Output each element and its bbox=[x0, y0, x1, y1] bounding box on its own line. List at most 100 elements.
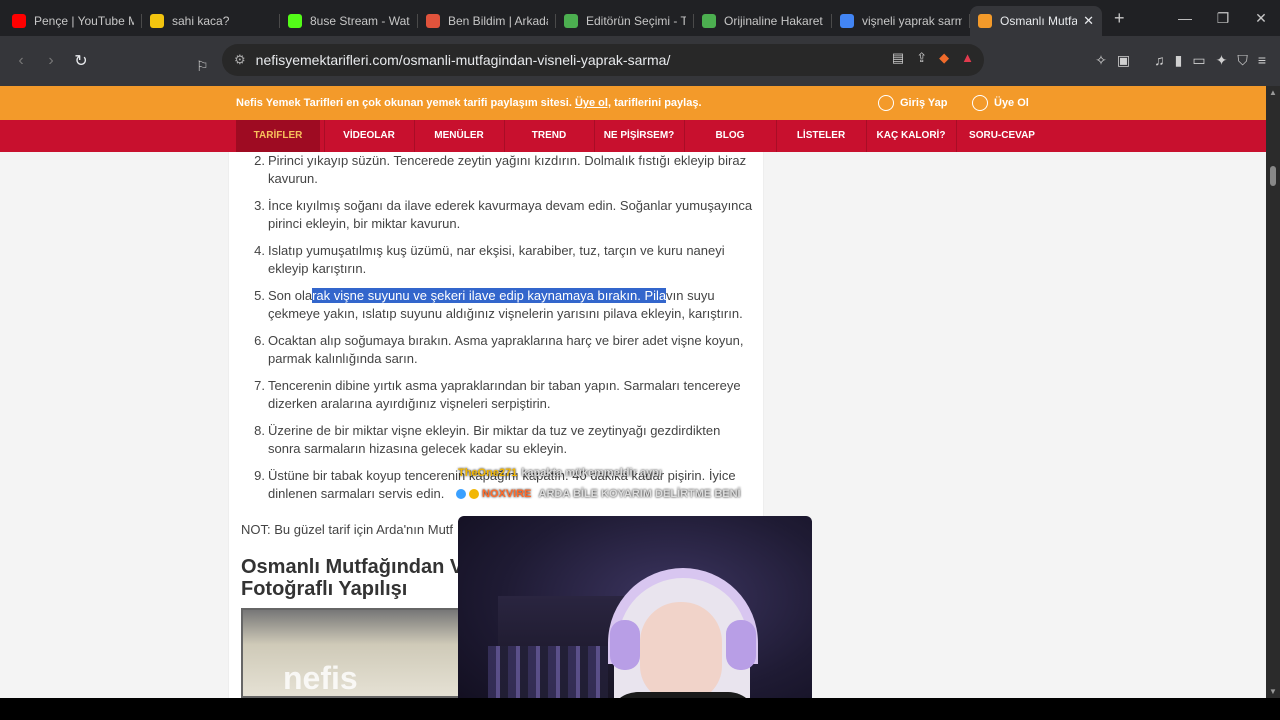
vpn-icon[interactable]: ⛉ bbox=[1237, 52, 1248, 69]
forward-icon[interactable]: › bbox=[38, 52, 64, 70]
nav-item-3[interactable]: MENÜLER bbox=[414, 120, 504, 152]
nav-item-4[interactable]: TREND bbox=[504, 120, 594, 152]
promo-end: tariflerini paylaş. bbox=[611, 97, 702, 109]
shield-icon[interactable]: ◆ bbox=[939, 50, 949, 66]
tab-title: Pençe | YouTube M bbox=[34, 14, 134, 28]
music-icon[interactable]: ♫ bbox=[1154, 52, 1165, 69]
chat-user-1: TheOne271 bbox=[458, 467, 518, 479]
photo-watermark: nefis bbox=[283, 660, 358, 696]
scroll-thumb[interactable] bbox=[1270, 166, 1276, 186]
webcam-overlay bbox=[458, 516, 812, 720]
bookmark-icon[interactable]: ⚐ bbox=[196, 58, 209, 75]
site-info-icon[interactable]: ⚙ bbox=[234, 52, 246, 68]
selected-text: rak vişne suyunu ve şekeri ilave edip ka… bbox=[312, 288, 667, 303]
register-link[interactable]: Üye ol, bbox=[575, 97, 611, 109]
step-text: İnce kıyılmış soğanı da ilave ederek kav… bbox=[268, 198, 753, 231]
headset-earcup-right bbox=[726, 620, 756, 670]
user-icon bbox=[878, 95, 894, 111]
tab-7[interactable]: vişneli yaprak sarma - bbox=[832, 6, 970, 36]
new-tab-icon[interactable]: + bbox=[1114, 8, 1125, 29]
wallet-icon[interactable]: ▭ bbox=[1192, 52, 1205, 69]
scroll-up-icon[interactable]: ▲ bbox=[1266, 88, 1280, 97]
rewards-icon[interactable]: ▲ bbox=[961, 50, 974, 66]
tab-title: vişneli yaprak sarma - bbox=[862, 14, 962, 28]
tab-title: Osmanlı Mutfağı bbox=[1000, 14, 1078, 28]
back-icon[interactable]: ‹ bbox=[8, 52, 34, 70]
nav-item-6[interactable]: BLOG bbox=[684, 120, 776, 152]
close-window-icon[interactable]: ✕ bbox=[1242, 10, 1280, 27]
site-icon bbox=[702, 14, 716, 28]
step-text: Pirinci yıkayıp süzün. Tencerede zeytin … bbox=[268, 153, 747, 186]
minimize-icon[interactable]: — bbox=[1166, 10, 1204, 26]
login-button[interactable]: Giriş Yap bbox=[878, 95, 948, 111]
nav-item-5[interactable]: NE PİŞİRSEM? bbox=[594, 120, 684, 152]
tab-1[interactable]: Pençe | YouTube M bbox=[4, 6, 142, 36]
ai-icon[interactable]: ✦ bbox=[1216, 52, 1228, 69]
nav-item-8[interactable]: KAÇ KALORİ? bbox=[866, 120, 956, 152]
chat-message-1: TheOne271 kapakta mükemmeldir aynı bbox=[458, 467, 662, 479]
step-number: 6. bbox=[254, 333, 265, 348]
nav-divider bbox=[594, 120, 595, 152]
nav-divider bbox=[414, 120, 415, 152]
step-text: Son olarak vişne suyunu ve şekeri ilave … bbox=[268, 287, 754, 323]
heading-line-1: Osmanlı Mutfağından Vi bbox=[241, 556, 469, 578]
extensions-icon[interactable]: ✧ bbox=[1095, 52, 1107, 69]
page-scrollbar[interactable]: ▲ ▼ bbox=[1266, 86, 1280, 698]
tab-2[interactable]: sahi kaca? bbox=[142, 6, 280, 36]
tab-title: Ben Bildim | Arkadaşl bbox=[448, 14, 548, 28]
menu-icon[interactable]: ≡ bbox=[1258, 52, 1266, 69]
extensions-bar: ✧ ▣ ♫ ▮ ▭ ✦ ⛉ ≡ bbox=[1095, 52, 1266, 69]
window-controls: — ❐ ✕ bbox=[1166, 0, 1280, 36]
tab-title: 8use Stream - Watch bbox=[310, 14, 410, 28]
nav-item-1[interactable]: TARİFLER bbox=[236, 120, 320, 152]
tab-4[interactable]: Ben Bildim | Arkadaşl bbox=[418, 6, 556, 36]
nav-divider bbox=[684, 120, 685, 152]
tab-6[interactable]: Orijinaline Hakaret Ol bbox=[694, 6, 832, 36]
site-icon bbox=[564, 14, 578, 28]
reader-icon[interactable]: ▤ bbox=[892, 50, 904, 66]
step-number: 3. bbox=[254, 198, 265, 213]
step-text: Tencerenin dibine yırtık asma yaprakları… bbox=[268, 378, 741, 411]
main-nav: TARİFLER VİDEOLAR MENÜLER TREND NE PİŞİRSEM?… bbox=[0, 120, 1266, 152]
tab-title: Editörün Seçimi - Tur bbox=[586, 14, 686, 28]
tab-title: Orijinaline Hakaret Ol bbox=[724, 14, 824, 28]
reload-icon[interactable]: ↻ bbox=[68, 51, 94, 71]
address-bar[interactable]: ⚙ nefisyemektarifleri.com/osmanli-mutfag… bbox=[222, 44, 984, 76]
promo-bar: Nefis Yemek Tarifleri en çok okunan yeme… bbox=[0, 86, 1266, 120]
promo-text: Nefis Yemek Tarifleri en çok okunan yeme… bbox=[236, 97, 702, 109]
tab-3[interactable]: 8use Stream - Watch bbox=[280, 6, 418, 36]
register-label: Üye Ol bbox=[994, 97, 1029, 109]
chat-text-2: ARDA BİLE KOYARIM DELİRTME BENİ bbox=[538, 488, 741, 500]
nav-divider bbox=[866, 120, 867, 152]
recipe-photo[interactable]: nefis bbox=[241, 608, 481, 698]
question-icon bbox=[150, 14, 164, 28]
section-heading: Osmanlı Mutfağından Vi Fotoğraflı Yapılı… bbox=[241, 556, 468, 600]
screenshot-icon[interactable]: ▣ bbox=[1117, 52, 1130, 69]
heading-line-2: Fotoğraflı Yapılışı bbox=[241, 578, 408, 600]
maximize-icon[interactable]: ❐ bbox=[1204, 10, 1242, 27]
recipe-note: NOT: Bu güzel tarif için Arda'nın Mutf bbox=[241, 522, 454, 537]
nav-item-2[interactable]: VİDEOLAR bbox=[324, 120, 414, 152]
step-number: 4. bbox=[254, 243, 265, 258]
share-icon[interactable]: ⇪ bbox=[916, 50, 927, 66]
tab-8[interactable]: Osmanlı Mutfağı ✕ bbox=[970, 6, 1102, 36]
tab-title: sahi kaca? bbox=[172, 14, 230, 28]
scroll-down-icon[interactable]: ▼ bbox=[1266, 687, 1280, 696]
nav-item-7[interactable]: LİSTELER bbox=[776, 120, 866, 152]
chat-message-2: NOXVIRE ARDA BİLE KOYARIM DELİRTME BENİ bbox=[456, 488, 741, 500]
step-text: Üzerine de bir miktar vişne ekleyin. Bir… bbox=[268, 423, 721, 456]
step-number: 7. bbox=[254, 378, 265, 393]
close-tab-icon[interactable]: ✕ bbox=[1083, 13, 1094, 29]
step-text: Ocaktan alıp soğumaya bırakın. Asma yapr… bbox=[268, 333, 744, 366]
step-text: Islatıp yumuşatılmış kuş üzümü, nar ekşi… bbox=[268, 243, 725, 276]
browser-toolbar: ‹ › ↻ ⚐ ⚙ nefisyemektarifleri.com/osmanl… bbox=[0, 36, 1280, 86]
nav-divider bbox=[324, 120, 325, 152]
sidebar-icon[interactable]: ▮ bbox=[1175, 52, 1183, 69]
flame-icon bbox=[978, 14, 992, 28]
register-button[interactable]: Üye Ol bbox=[972, 95, 1029, 111]
step-text-part: Son ola bbox=[268, 288, 313, 303]
tab-5[interactable]: Editörün Seçimi - Tur bbox=[556, 6, 694, 36]
address-actions: ▤ ⇪ ◆ ▲ bbox=[892, 50, 974, 66]
headset-earcup-left bbox=[610, 620, 640, 670]
nav-item-9[interactable]: SORU-CEVAP bbox=[956, 120, 1048, 152]
